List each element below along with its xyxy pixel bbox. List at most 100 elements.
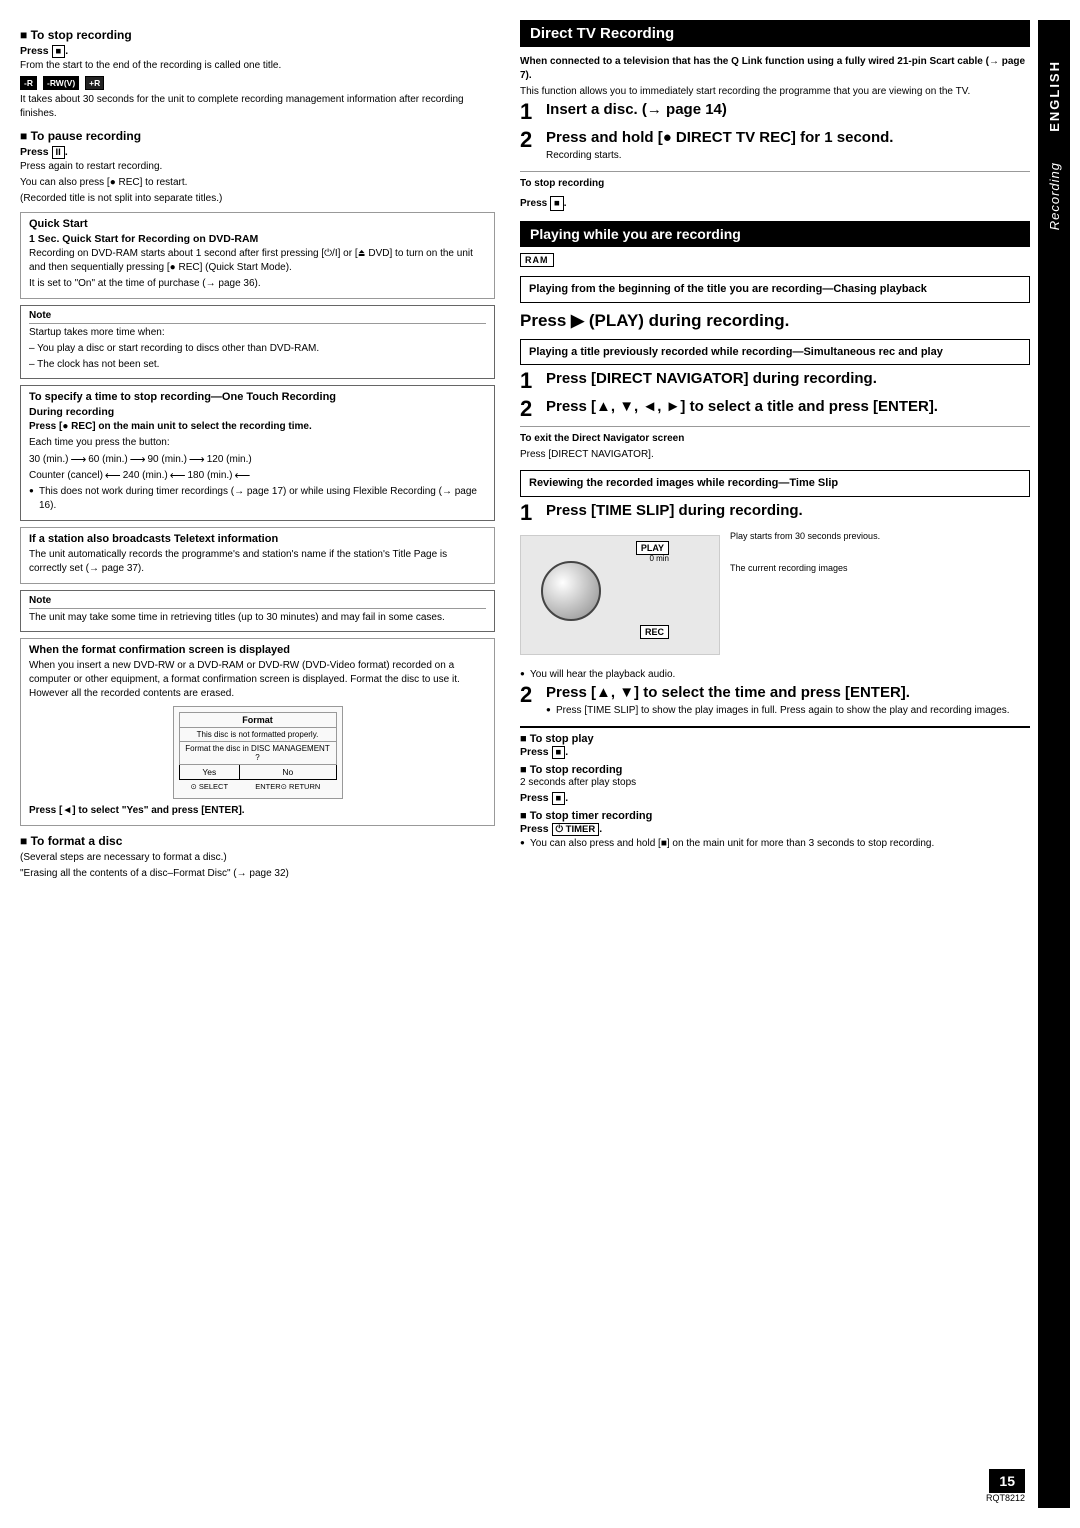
one-touch-box: To specify a time to stop recording—One … bbox=[20, 385, 495, 521]
timeslip-step1-content: Press [TIME SLIP] during recording. bbox=[546, 502, 1030, 522]
time-90: 90 (min.) bbox=[147, 454, 186, 465]
pause-line3: (Recorded title is not split into separa… bbox=[20, 192, 495, 206]
note-startup-item1: – You play a disc or start recording to … bbox=[29, 342, 486, 356]
step2-text: Press and hold [● DIRECT TV REC] for 1 s… bbox=[546, 129, 1030, 147]
arrow1: ⟶ bbox=[70, 453, 86, 466]
time-120: 120 (min.) bbox=[207, 454, 252, 465]
step2-content: Press and hold [● DIRECT TV REC] for 1 s… bbox=[546, 129, 1030, 165]
format-confirmation-body: When you insert a new DVD-RW or a DVD-RA… bbox=[29, 659, 486, 701]
select-icon: ⊙ bbox=[190, 782, 196, 791]
right-column: Direct TV Recording When connected to a … bbox=[510, 20, 1070, 1508]
timer-symbol: ⏻ TIMER bbox=[552, 823, 600, 836]
stop-press-line: Press ■. bbox=[20, 45, 495, 58]
arrow4: ⟵ bbox=[105, 469, 121, 482]
one-touch-bullet: This does not work during timer recordin… bbox=[29, 485, 486, 513]
timeslip-step2-bullet: Press [TIME SLIP] to show the play image… bbox=[546, 704, 1030, 718]
simul-step2-content: Press [▲, ▼, ◄, ►] to select a title and… bbox=[546, 398, 1030, 418]
chasing-playback-label: Playing from the beginning of the title … bbox=[529, 282, 1021, 296]
format-yes-btn[interactable]: Yes bbox=[179, 765, 240, 780]
counter-cancel: Counter (cancel) bbox=[29, 470, 103, 481]
sep1 bbox=[520, 171, 1030, 172]
soccer-ball-graphic bbox=[541, 561, 601, 621]
arrow2: ⟶ bbox=[130, 453, 146, 466]
stop-recording-right-heading: To stop recording bbox=[520, 764, 1030, 776]
ram-badge: RAM bbox=[520, 253, 554, 267]
simul-step1-number: 1 bbox=[520, 370, 538, 392]
stop-timer-section: To stop timer recording Press ⏻ TIMER. Y… bbox=[520, 810, 1030, 851]
return-label: RETURN bbox=[289, 782, 320, 791]
step1-content: Insert a disc. (→ page 14) bbox=[546, 101, 1030, 121]
stop-symbol: ■ bbox=[52, 45, 66, 58]
stop-recording-right-section: To stop recording 2 seconds after play s… bbox=[520, 764, 1030, 805]
play-0min: 0 min bbox=[649, 554, 669, 563]
disc-badge-rw: -RW(V) bbox=[43, 76, 79, 90]
stop-play-heading: To stop play bbox=[520, 733, 1030, 745]
format-confirmation-box: When the format confirmation screen is d… bbox=[20, 638, 495, 826]
note-teletext-label: Note bbox=[29, 595, 486, 609]
side-tab: ENGLISH Recording bbox=[1038, 20, 1070, 1508]
disc-badge-r: -R bbox=[20, 76, 37, 90]
timeslip-step2-text: Press [▲, ▼] to select the time and pres… bbox=[546, 684, 1030, 702]
direct-tv-step1: 1 Insert a disc. (→ page 14) bbox=[520, 101, 1030, 123]
note-startup-item2: – The clock has not been set. bbox=[29, 358, 486, 372]
direct-tv-step2: 2 Press and hold [● DIRECT TV REC] for 1… bbox=[520, 129, 1030, 165]
format-no-btn[interactable]: No bbox=[240, 765, 336, 780]
format-dialog: Format This disc is not formatted proper… bbox=[173, 706, 343, 799]
stop-play-section: To stop play Press ■. bbox=[520, 733, 1030, 759]
stop-line1: From the start to the end of the recordi… bbox=[20, 59, 495, 73]
note-startup-label: Note bbox=[29, 310, 486, 324]
stop-rec-symbol: ■ bbox=[552, 792, 566, 805]
press-label: Press ■. bbox=[20, 45, 68, 57]
exit-navigator-text: Press [DIRECT NAVIGATOR]. bbox=[520, 448, 1030, 462]
time-slip-box: Reviewing the recorded images while reco… bbox=[520, 470, 1030, 496]
time-240: 240 (min.) bbox=[123, 470, 168, 481]
press-instruction: Press [◄] to select "Yes" and press [ENT… bbox=[29, 804, 486, 818]
page-container: To stop recording Press ■. From the star… bbox=[0, 0, 1080, 1528]
stop-recording-right-press: Press ■. bbox=[520, 792, 1030, 805]
time-180: 180 (min.) bbox=[188, 470, 233, 481]
pause-symbol: II bbox=[52, 146, 65, 159]
stop-recording-heading: To stop recording bbox=[20, 28, 495, 42]
soccer-notes: Play starts from 30 seconds previous. Th… bbox=[730, 530, 880, 575]
pause-recording-heading: To pause recording bbox=[20, 129, 495, 143]
step1-text: Insert a disc. (→ page 14) bbox=[546, 101, 1030, 119]
simul-step2-number: 2 bbox=[520, 398, 538, 420]
teletext-body: The unit automatically records the progr… bbox=[29, 548, 486, 576]
right-col-inner: Direct TV Recording When connected to a … bbox=[520, 20, 1070, 851]
format-dialog-line2: Format the disc in DISC MANAGEMENT ? bbox=[179, 742, 336, 765]
direct-tv-intro1: When connected to a television that has … bbox=[520, 55, 1030, 83]
direct-tv-intro2: This function allows you to immediately … bbox=[520, 85, 1030, 99]
during-recording-label: During recording bbox=[29, 406, 486, 418]
simul-step1-content: Press [DIRECT NAVIGATOR] during recordin… bbox=[546, 370, 1030, 390]
left-column: To stop recording Press ■. From the star… bbox=[20, 20, 510, 1508]
time-line: 30 (min.) ⟶ 60 (min.) ⟶ 90 (min.) ⟶ 120 … bbox=[29, 453, 486, 466]
press-play-heading: Press ▶ (PLAY) during recording. bbox=[520, 311, 1030, 331]
format-disc-line2: "Erasing all the contents of a disc–Form… bbox=[20, 867, 495, 881]
note-startup-item0: Startup takes more time when: bbox=[29, 326, 486, 340]
soccer-image: PLAY 0 min REC bbox=[520, 535, 720, 655]
step2-number: 2 bbox=[520, 129, 538, 151]
stop-press: Press ■. bbox=[520, 196, 1030, 211]
stop-timer-bullet: You can also press and hold [■] on the m… bbox=[520, 837, 1030, 851]
simul-step2-text: Press [▲, ▼, ◄, ►] to select a title and… bbox=[546, 398, 1030, 416]
stop-timer-heading: To stop timer recording bbox=[520, 810, 1030, 822]
pause-recording-section: To pause recording Press II. Press again… bbox=[20, 129, 495, 206]
stop-recording-right-line1: 2 seconds after play stops bbox=[520, 776, 1030, 790]
each-time-text: Each time you press the button: bbox=[29, 436, 486, 450]
quick-start-note: It is set to "On" at the time of purchas… bbox=[29, 277, 486, 291]
pause-line2: You can also press [● REC] to restart. bbox=[20, 176, 495, 190]
format-confirmation-title: When the format confirmation screen is d… bbox=[29, 644, 486, 656]
timeslip-step2: 2 Press [▲, ▼] to select the time and pr… bbox=[520, 684, 1030, 720]
stop-timer-press: Press ⏻ TIMER. bbox=[520, 823, 1030, 836]
simul-step1-text: Press [DIRECT NAVIGATOR] during recordin… bbox=[546, 370, 1030, 388]
timeslip-step2-content: Press [▲, ▼] to select the time and pres… bbox=[546, 684, 1030, 720]
quick-start-body: Recording on DVD-RAM starts about 1 seco… bbox=[29, 247, 486, 275]
format-dialog-table: Format This disc is not formatted proper… bbox=[179, 712, 337, 793]
timeslip-step1-number: 1 bbox=[520, 502, 538, 524]
stop-play-press: Press ■. bbox=[520, 746, 1030, 759]
time-30: 30 (min.) bbox=[29, 454, 68, 465]
stop-label: To stop recording bbox=[520, 177, 604, 191]
quick-start-box: Quick Start 1 Sec. Quick Start for Recor… bbox=[20, 212, 495, 299]
side-tab-section: Recording bbox=[1047, 162, 1062, 230]
timeslip-step1-text: Press [TIME SLIP] during recording. bbox=[546, 502, 1030, 520]
